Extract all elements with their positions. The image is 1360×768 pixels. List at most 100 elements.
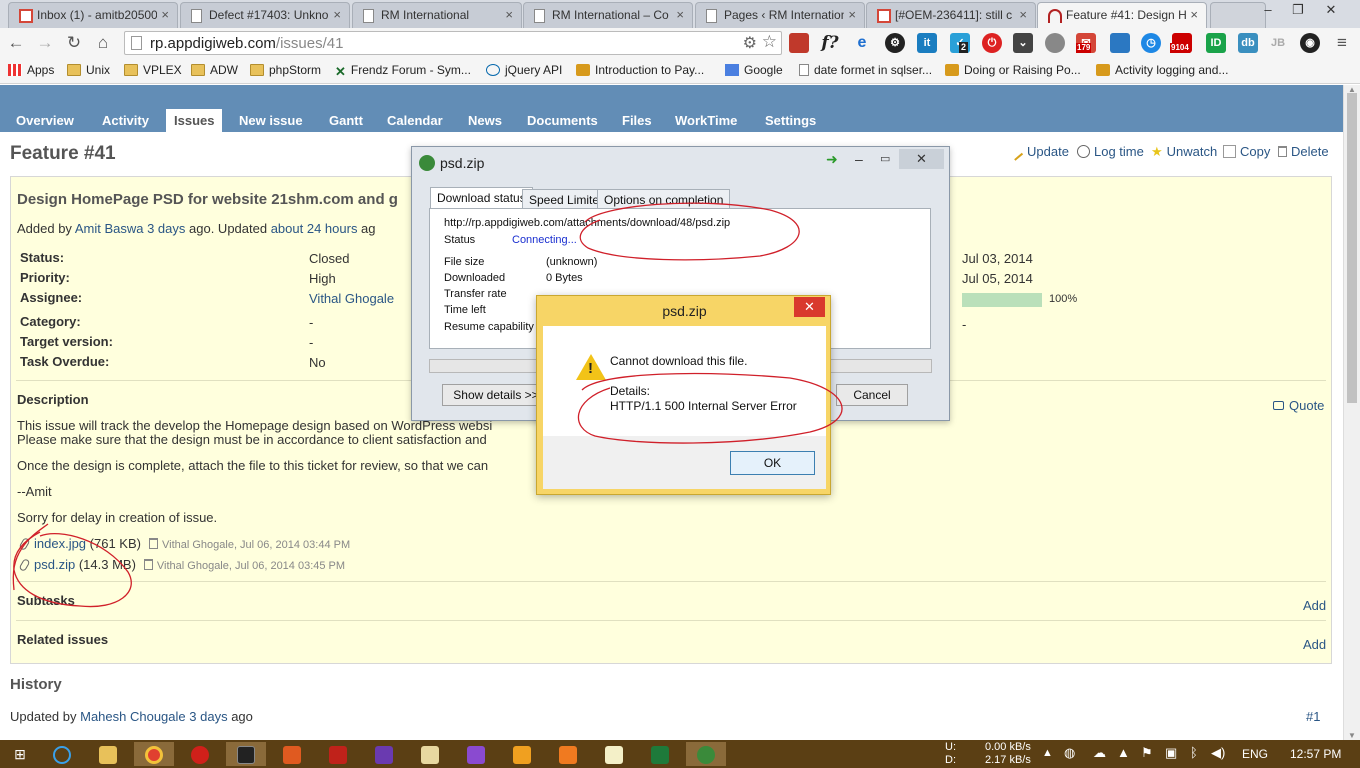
scrollbar-thumb[interactable] [1347,93,1357,403]
trash-icon[interactable] [148,538,158,549]
volume-icon[interactable]: ◀) [1211,745,1225,761]
network-globe-icon[interactable]: ◍ [1064,745,1075,761]
add-subtask-link[interactable]: Add [1303,598,1326,613]
gear-icon[interactable]: ⚙ [743,33,757,53]
tab-issues[interactable]: Issues [166,109,223,132]
tool-taskbar-icon[interactable] [410,742,450,766]
browser-tab-defect[interactable]: Defect #17403: Unkno × [180,2,350,28]
browser-tab-pages[interactable]: Pages ‹ RM Internation × [695,2,865,28]
tab-overview[interactable]: Overview [8,109,82,132]
tab-download-status[interactable]: Download status [430,187,533,209]
bookmark-vplex[interactable]: VPLEX [124,63,182,77]
close-icon[interactable]: × [333,7,341,22]
clock-extension-icon[interactable]: ◷ [1141,33,1161,53]
excel-taskbar-icon[interactable] [640,742,680,766]
xampp-taskbar-icon[interactable] [548,742,588,766]
tab-new-issue[interactable]: New issue [231,109,311,132]
filezilla-taskbar-icon[interactable] [318,742,358,766]
history-author-link[interactable]: Mahesh Chougale [80,709,186,724]
update-link[interactable]: Update [1012,144,1069,161]
idm-taskbar-icon[interactable] [686,742,726,766]
bookmark-introduction-to-pay[interactable]: Introduction to Pay... [576,63,704,77]
color-picker-icon[interactable]: ◉ [1300,33,1320,53]
tab-gantt[interactable]: Gantt [321,109,371,132]
attachment-link[interactable]: index.jpg [34,536,86,551]
back-icon[interactable]: ← [4,32,28,54]
unwatch-link[interactable]: ★ Unwatch [1151,144,1217,160]
language-indicator[interactable]: ENG [1242,747,1268,761]
ie-tab-icon[interactable]: e [852,33,872,53]
reload-icon[interactable]: ↻ [62,32,86,54]
journal-number-link[interactable]: #1 [1306,709,1320,724]
visual-studio-taskbar-icon[interactable] [364,742,404,766]
browser-tab-inbox[interactable]: Inbox (1) - amitb20500 × [8,2,178,28]
browser-tab-feature-41[interactable]: Feature #41: Design H × [1037,2,1207,28]
start-icon[interactable]: ⊞ [0,742,40,766]
flag-icon[interactable]: ⚑ [1141,745,1153,761]
history-ago-link[interactable]: 3 days [189,709,227,724]
trash-icon[interactable] [143,559,153,570]
chrome-taskbar-icon[interactable] [134,742,174,766]
tab-options-on-completion[interactable]: Options on completion [597,189,731,209]
page-info-icon[interactable] [131,36,142,50]
chrome-menu-icon[interactable]: ≡ [1332,33,1352,53]
tab-documents[interactable]: Documents [519,109,606,132]
delete-link[interactable]: Delete [1278,144,1329,159]
gmail-checker-icon[interactable]: ✉179 [1076,33,1096,53]
bookmark-activity-logging[interactable]: Activity logging and... [1096,63,1228,77]
bookmark-unix[interactable]: Unix [67,63,110,77]
scroll-down-icon[interactable]: ▼ [1348,731,1356,740]
close-icon[interactable]: × [848,7,856,22]
maximize-icon[interactable]: ▭ [880,152,890,165]
chat-extension-icon[interactable] [1045,33,1065,53]
tab-activity[interactable]: Activity [94,109,157,132]
tab-files[interactable]: Files [614,109,660,132]
db-extension-icon[interactable]: db [1238,33,1258,53]
tab-settings[interactable]: Settings [757,109,824,132]
attachment-link[interactable]: psd.zip [34,557,75,572]
pocket-icon[interactable]: ⌄ [1013,33,1033,53]
show-hidden-icons[interactable]: ▲ [1042,747,1053,759]
maximize-icon[interactable]: ❐ [1283,0,1313,20]
browser-tab-rm-international-co[interactable]: RM International – Co × [523,2,693,28]
close-icon[interactable]: ✕ [899,149,944,169]
url-text[interactable]: rp.appdigiweb.com/issues/41 [150,35,343,52]
copy-link[interactable]: Copy [1223,144,1270,159]
close-icon[interactable]: × [161,7,169,22]
cancel-download-button[interactable]: Cancel [836,384,908,406]
ok-button[interactable]: OK [730,451,815,475]
added-ago-link[interactable]: 3 days [147,221,185,236]
updated-ago-link[interactable]: about 24 hours [271,221,358,236]
star-icon[interactable]: ☆ [762,32,777,52]
bookmark-date-format-sql[interactable]: date formet in sqlser... [799,63,932,77]
tab-worktime[interactable]: WorkTime [667,109,745,132]
close-icon[interactable]: ✕ [794,297,825,317]
forward-icon[interactable]: → [33,32,57,54]
function-extension-icon[interactable]: f? [820,33,840,53]
bookmark-doing-or-raising[interactable]: Doing or Raising Po... [945,63,1081,77]
log-time-link[interactable]: Log time [1077,144,1144,159]
window-close-icon[interactable]: ✕ [1316,0,1346,20]
bluetooth-icon[interactable]: ᛒ [1190,745,1198,760]
notes-extension-icon[interactable]: 9104 [1170,33,1192,53]
minimize-icon[interactable]: – [855,151,863,167]
close-icon[interactable]: × [1190,7,1198,22]
cloud-icon[interactable]: ☁ [1093,745,1106,761]
tab-calendar[interactable]: Calendar [379,109,451,132]
bookmark-adw[interactable]: ADW [191,63,238,77]
power-extension-icon[interactable]: ⏻ [982,33,1002,53]
bookmark-phpstorm[interactable]: phpStorm [250,63,321,77]
arrow-right-icon[interactable]: ➜ [826,151,838,168]
assignee-link[interactable]: Vithal Ghogale [309,291,394,306]
close-icon[interactable]: × [505,7,513,22]
ie-taskbar-icon[interactable] [42,742,82,766]
id-extension-icon[interactable]: ID [1206,33,1226,53]
calendar-extension-icon[interactable] [1110,33,1130,53]
php-taskbar-icon[interactable] [272,742,312,766]
bookmark-frendz-forum[interactable]: ✕ Frendz Forum - Sym... [335,63,471,79]
explorer-taskbar-icon[interactable] [88,742,128,766]
close-icon[interactable]: × [1019,7,1027,22]
it-extension-icon[interactable]: it [917,33,937,53]
bookmark-apps[interactable]: Apps [8,63,54,77]
browser-tab-oem[interactable]: [#OEM-236411]: still c × [866,2,1036,28]
